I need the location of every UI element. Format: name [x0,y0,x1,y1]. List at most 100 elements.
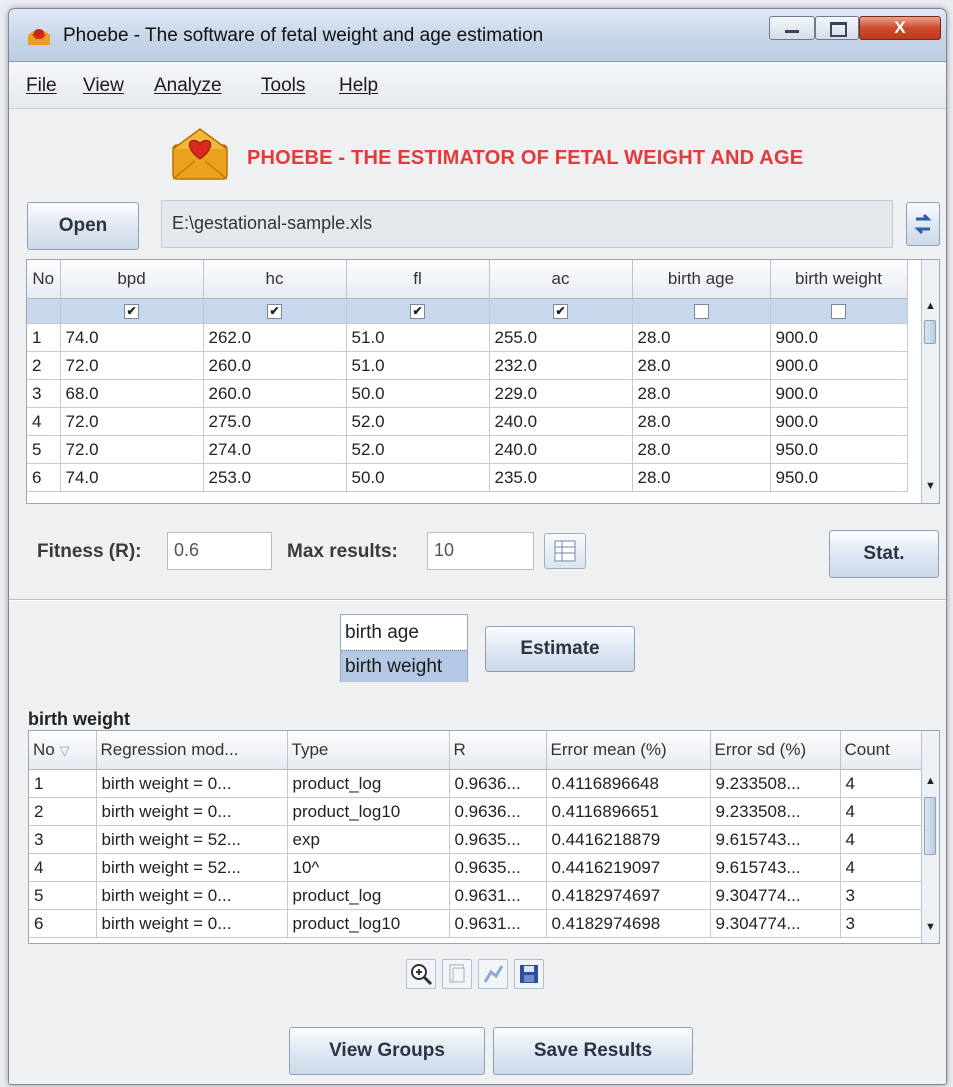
minimize-button[interactable] [769,16,815,40]
results-cell[interactable]: 0.9635... [449,853,547,882]
copy-icon[interactable] [442,959,472,989]
column-header-birth-age[interactable]: birth age [632,260,771,299]
column-checkbox[interactable]: ✔ [124,304,139,320]
table-cell[interactable]: 950.0 [770,463,908,492]
table-row[interactable]: 3 68.0 260.0 50.0 229.0 28.0 900.0 [27,379,908,408]
table-cell[interactable]: 28.0 [632,407,771,436]
column-header-no[interactable]: No [27,260,61,299]
results-cell[interactable]: 1 [29,769,97,798]
table-cell[interactable]: 74.0 [60,463,204,492]
table-cell[interactable]: 52.0 [346,435,490,464]
table-settings-icon[interactable] [544,533,586,569]
results-cell[interactable]: 0.9631... [449,881,547,910]
list-option-birth-weight[interactable]: birth weight [341,650,467,682]
fitness-input[interactable]: 0.6 [167,532,272,570]
column-checkbox[interactable]: ✔ [267,304,282,320]
table-cell[interactable]: 72.0 [60,351,204,380]
results-row[interactable]: 5 birth weight = 0... product_log 0.9631...… [29,881,923,910]
table-cell[interactable]: 51.0 [346,323,490,352]
results-cell[interactable]: 0.4116896648 [546,769,711,798]
table-cell[interactable]: 1 [27,323,61,352]
table-cell[interactable]: 2 [27,351,61,380]
table-cell[interactable]: 5 [27,435,61,464]
results-cell[interactable]: 0.4182974698 [546,909,711,938]
results-cell[interactable]: 4 [840,797,923,826]
results-cell[interactable]: product_log10 [287,909,450,938]
column-header-fl[interactable]: fl [346,260,490,299]
max-results-input[interactable]: 10 [427,532,534,570]
close-button[interactable]: X [859,16,941,40]
results-cell[interactable]: 5 [29,881,97,910]
table-cell[interactable]: 4 [27,407,61,436]
table-cell[interactable]: 232.0 [489,351,633,380]
table-row[interactable]: 5 72.0 274.0 52.0 240.0 28.0 950.0 [27,435,908,464]
title-bar[interactable]: Phoebe - The software of fetal weight an… [9,9,946,62]
results-cell[interactable]: 0.4116896651 [546,797,711,826]
results-cell[interactable]: 0.4416218879 [546,825,711,854]
table-cell[interactable]: 262.0 [203,323,347,352]
column-checkbox[interactable]: ✔ [410,304,425,320]
column-header-ac[interactable]: ac [489,260,633,299]
table-cell[interactable]: 28.0 [632,435,771,464]
results-table-scrollbar[interactable]: ▲ ▼ [921,731,939,943]
zoom-in-icon[interactable] [406,959,436,989]
table-cell[interactable]: 74.0 [60,323,204,352]
table-cell[interactable]: 274.0 [203,435,347,464]
table-cell[interactable]: 51.0 [346,351,490,380]
results-cell[interactable]: 3 [840,881,923,910]
results-cell[interactable]: 0.9631... [449,909,547,938]
file-path-field[interactable]: E:\gestational-sample.xls [161,200,893,248]
table-cell[interactable]: 275.0 [203,407,347,436]
table-cell[interactable]: 950.0 [770,435,908,464]
target-variable-list[interactable]: birth age birth weight [340,614,468,682]
results-cell[interactable]: birth weight = 0... [96,797,288,826]
table-cell[interactable]: 72.0 [60,435,204,464]
results-row[interactable]: 6 birth weight = 0... product_log10 0.9631.… [29,909,923,938]
list-option-birth-age[interactable]: birth age [341,617,467,649]
table-row[interactable]: 6 74.0 253.0 50.0 235.0 28.0 950.0 [27,463,908,492]
results-cell[interactable]: product_log10 [287,797,450,826]
results-cell[interactable]: 0.4416219097 [546,853,711,882]
table-cell[interactable]: 28.0 [632,351,771,380]
results-cell[interactable]: 0.4182974697 [546,881,711,910]
column-header-birth-weight[interactable]: birth weight [770,260,908,299]
menu-help[interactable]: Help [339,75,378,97]
scroll-up-arrow-icon[interactable]: ▲ [922,300,939,312]
results-cell[interactable]: product_log [287,881,450,910]
chart-icon[interactable] [478,959,508,989]
scroll-down-arrow-icon[interactable]: ▼ [922,480,939,492]
results-cell[interactable]: 0.9636... [449,797,547,826]
results-cell[interactable]: exp [287,825,450,854]
table-cell[interactable]: 900.0 [770,407,908,436]
results-cell[interactable]: 10^ [287,853,450,882]
swap-arrows-icon[interactable] [906,202,940,246]
results-cell[interactable]: birth weight = 52... [96,853,288,882]
maximize-button[interactable] [815,16,859,40]
results-header-r[interactable]: R [449,731,547,770]
table-cell[interactable]: 229.0 [489,379,633,408]
table-cell[interactable]: 52.0 [346,407,490,436]
table-row[interactable]: 2 72.0 260.0 51.0 232.0 28.0 900.0 [27,351,908,380]
results-row[interactable]: 1 birth weight = 0... product_log 0.9636...… [29,769,923,798]
table-cell[interactable]: 260.0 [203,379,347,408]
results-header-type[interactable]: Type [287,731,450,770]
table-cell[interactable]: 68.0 [60,379,204,408]
table-cell[interactable]: 260.0 [203,351,347,380]
scroll-thumb[interactable] [924,320,936,344]
column-checkbox[interactable] [831,304,846,320]
results-header-error-mean[interactable]: Error mean (%) [546,731,711,770]
results-cell[interactable]: 3 [29,825,97,854]
results-cell[interactable]: birth weight = 0... [96,881,288,910]
table-cell[interactable]: 50.0 [346,379,490,408]
results-cell[interactable]: 9.233508... [710,769,841,798]
table-cell[interactable]: 28.0 [632,379,771,408]
results-cell[interactable]: 9.304774... [710,881,841,910]
results-cell[interactable]: birth weight = 52... [96,825,288,854]
results-cell[interactable]: 0.9635... [449,825,547,854]
results-cell[interactable]: 3 [840,909,923,938]
table-cell[interactable]: 240.0 [489,435,633,464]
stat-button[interactable]: Stat. [829,530,939,578]
results-cell[interactable]: 9.615743... [710,853,841,882]
results-row[interactable]: 2 birth weight = 0... product_log10 0.9636.… [29,797,923,826]
results-cell[interactable]: 4 [840,769,923,798]
